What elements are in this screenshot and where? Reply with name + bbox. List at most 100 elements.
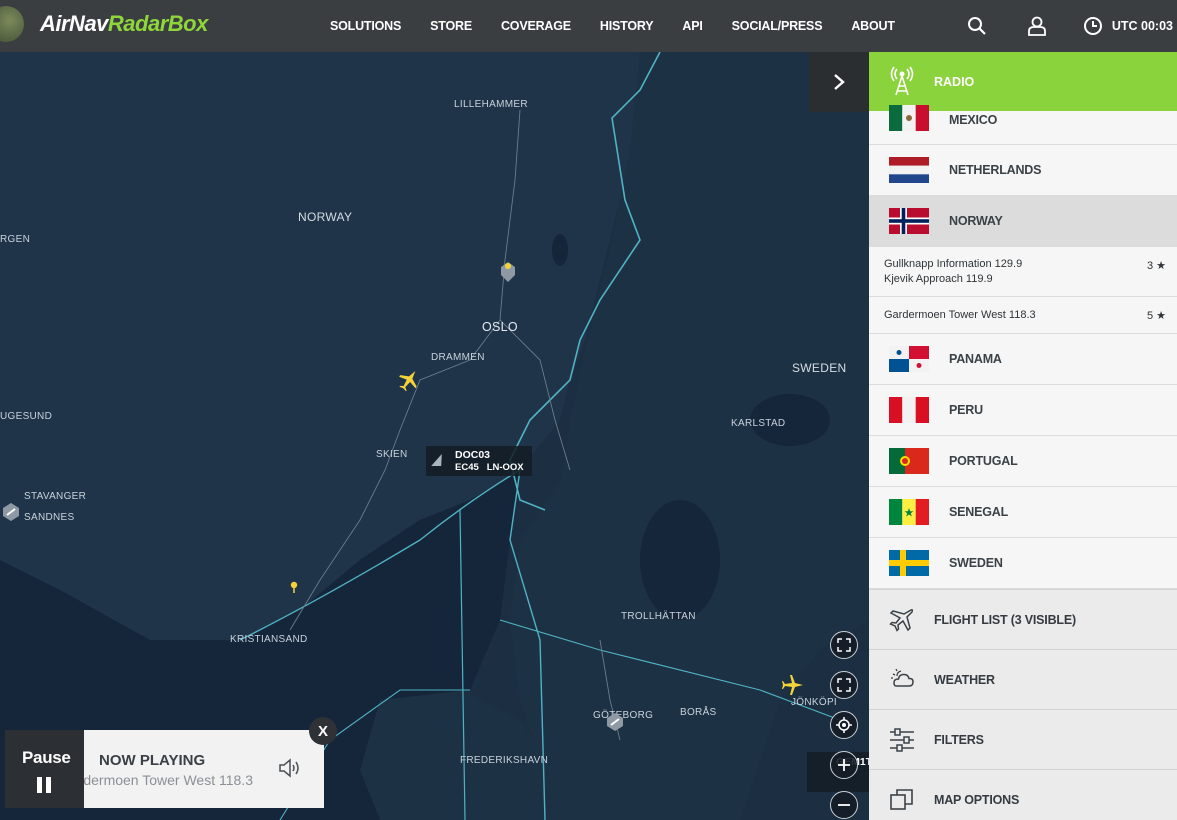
fullscreen-button[interactable] xyxy=(830,631,858,659)
nav-api[interactable]: API xyxy=(682,19,702,33)
collapse-panel-button[interactable] xyxy=(809,52,869,112)
pause-button[interactable]: Pause xyxy=(5,730,84,808)
close-player-button[interactable]: X xyxy=(309,717,337,745)
country-row-netherlands[interactable]: NETHERLANDS xyxy=(869,145,1177,196)
nav-about[interactable]: ABOUT xyxy=(851,19,895,33)
menu-filters[interactable]: FILTERS xyxy=(869,709,1177,769)
peru-flag-icon xyxy=(889,397,929,423)
airport-marker-gardermoen[interactable] xyxy=(500,260,516,284)
airport-marker-stavanger[interactable] xyxy=(2,502,20,522)
map-base xyxy=(0,52,869,820)
place-lillehammer: LILLEHAMMER xyxy=(454,99,528,110)
station-row[interactable]: Gullknapp Information 129.9 Kjevik Appro… xyxy=(869,247,1177,297)
station-rating: 5 ★ xyxy=(1146,310,1166,322)
country-row-panama[interactable]: PANAMA xyxy=(869,334,1177,385)
country-name: PANAMA xyxy=(949,352,1002,366)
chevron-right-icon xyxy=(834,74,845,90)
place-haugesund: UGESUND xyxy=(0,411,53,422)
country-name: SWEDEN xyxy=(949,556,1003,570)
radio-label: RADIO xyxy=(934,75,975,89)
country-name: SENEGAL xyxy=(949,505,1009,519)
expand-button[interactable] xyxy=(830,671,858,699)
pause-label: Pause xyxy=(22,748,71,767)
menu-label: FILTERS xyxy=(934,733,984,747)
zoom-in-button[interactable] xyxy=(830,751,858,779)
station-name: Gullknapp Information 129.9 xyxy=(884,258,1023,270)
country-name: PORTUGAL xyxy=(949,454,1018,468)
aircraft-shape-icon xyxy=(431,454,447,466)
side-panel: RADIO MEXICO NETHERLANDS NORWAY Gullknap… xyxy=(869,52,1177,820)
station-row[interactable]: Gardermoen Tower West 118.3 5 ★ xyxy=(869,297,1177,334)
country-name: NORWAY xyxy=(949,214,1003,228)
flight-callout-doc03[interactable]: DOC03 EC45 LN-OOX xyxy=(426,446,532,476)
country-row-senegal[interactable]: SENEGAL xyxy=(869,487,1177,538)
station-rating: 3 ★ xyxy=(1146,260,1166,272)
globe-logo-icon xyxy=(0,6,24,42)
nav-history[interactable]: HISTORY xyxy=(600,19,654,33)
locate-button[interactable] xyxy=(830,711,858,739)
airport-marker-goteborg[interactable] xyxy=(606,712,624,732)
menu-label: MAP OPTIONS xyxy=(934,793,1020,807)
radio-tower-icon xyxy=(890,66,914,96)
now-playing-info: NOW PLAYING Gardermoen Tower West 118.3 xyxy=(84,730,324,808)
now-playing-title: NOW PLAYING xyxy=(99,752,206,769)
top-navigation-bar: AirNavRadarBox SOLUTIONS STORE COVERAGE … xyxy=(0,0,1177,52)
place-sweden: SWEDEN xyxy=(792,361,847,375)
search-icon[interactable] xyxy=(965,14,989,38)
place-skien: SKIEN xyxy=(376,449,408,460)
radar-map[interactable]: LILLEHAMMER NORWAY RGEN OSLO DRAMMEN SWE… xyxy=(0,52,869,820)
portugal-flag-icon xyxy=(889,448,929,474)
place-jonkoping: JÖNKÖPI xyxy=(791,697,837,708)
now-playing-station: Gardermoen Tower West 118.3 xyxy=(84,772,253,788)
place-karlstad: KARLSTAD xyxy=(731,418,786,429)
menu-weather[interactable]: WEATHER xyxy=(869,649,1177,709)
nav-coverage[interactable]: COVERAGE xyxy=(501,19,571,33)
country-row-norway[interactable]: NORWAY xyxy=(869,196,1177,247)
layers-icon xyxy=(890,789,913,810)
poi-marker-yellow[interactable] xyxy=(290,580,298,593)
place-trollhattan: TROLLHÄTTAN xyxy=(621,611,696,622)
place-norway: NORWAY xyxy=(298,210,353,224)
utc-time: UTC 00:03 xyxy=(1111,19,1173,33)
station-name: Kjevik Approach 119.9 xyxy=(884,273,993,285)
minus-icon xyxy=(838,804,850,806)
flight-type-reg: EC45 LN-OOX xyxy=(455,462,524,473)
place-boras: BORÅS xyxy=(680,707,717,718)
plus-icon xyxy=(838,759,850,771)
volume-icon[interactable] xyxy=(278,756,302,780)
norway-flag-icon xyxy=(889,208,929,234)
nav-social-press[interactable]: SOCIAL/PRESS xyxy=(732,19,823,33)
place-sandnes: SANDNES xyxy=(24,512,75,523)
senegal-flag-icon xyxy=(889,499,929,525)
place-frederikshavn: FREDERIKSHAVN xyxy=(460,755,549,766)
place-oslo: OSLO xyxy=(482,320,518,334)
clock-icon xyxy=(1083,17,1102,35)
sweden-flag-icon xyxy=(889,550,929,576)
menu-label: FLIGHT LIST (3 VISIBLE) xyxy=(934,613,1076,627)
nav-solutions[interactable]: SOLUTIONS xyxy=(330,19,401,33)
pause-icon xyxy=(37,777,51,793)
place-drammen: DRAMMEN xyxy=(431,352,485,363)
mexico-flag-icon xyxy=(889,105,929,131)
weather-icon xyxy=(891,668,914,687)
place-kristiansand: KRISTIANSAND xyxy=(230,634,308,645)
radio-header[interactable]: RADIO xyxy=(869,52,1177,111)
menu-map-options[interactable]: MAP OPTIONS xyxy=(869,769,1177,820)
aircraft-icon-gem1t[interactable] xyxy=(782,674,804,696)
nav-store[interactable]: STORE xyxy=(430,19,472,33)
user-icon[interactable] xyxy=(1025,14,1049,38)
header-tools: UTC 00:03 xyxy=(965,0,1177,52)
menu-flight-list[interactable]: FLIGHT LIST (3 VISIBLE) xyxy=(869,589,1177,649)
brand-name: AirNavRadarBox xyxy=(40,11,208,36)
country-row-mexico[interactable]: MEXICO xyxy=(869,105,1177,145)
zoom-out-button[interactable] xyxy=(830,791,858,819)
now-playing-player: Pause NOW PLAYING Gardermoen Tower West … xyxy=(5,730,324,808)
country-row-portugal[interactable]: PORTUGAL xyxy=(869,436,1177,487)
aircraft-icon-doc03[interactable] xyxy=(398,368,420,392)
filters-icon xyxy=(890,728,914,752)
country-row-peru[interactable]: PERU xyxy=(869,385,1177,436)
country-row-sweden[interactable]: SWEDEN xyxy=(869,538,1177,589)
menu-label: WEATHER xyxy=(934,673,995,687)
station-name: Gardermoen Tower West 118.3 xyxy=(884,309,1036,321)
utc-clock[interactable]: UTC 00:03 xyxy=(1083,16,1173,36)
